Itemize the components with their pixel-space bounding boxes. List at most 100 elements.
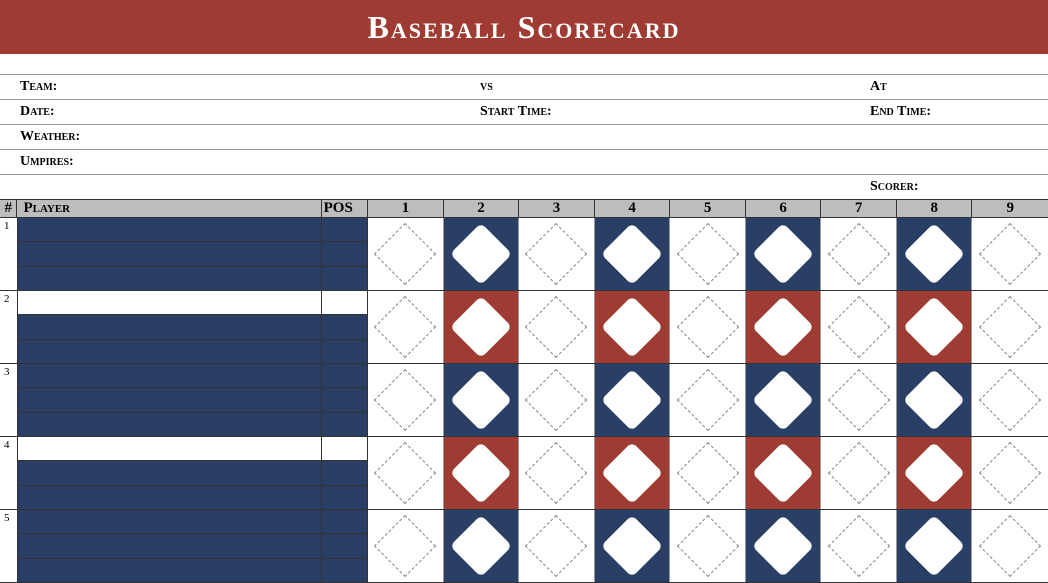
inning-cell[interactable] [821, 437, 897, 509]
col-inning-5: 5 [670, 200, 746, 217]
inning-cell[interactable] [972, 437, 1048, 509]
diamond-outline-icon [374, 515, 436, 577]
player-row: 2 [0, 291, 1048, 364]
player-pos-line[interactable] [322, 267, 368, 290]
inning-cell[interactable] [519, 364, 595, 436]
diamond-outline-icon [676, 296, 738, 358]
inning-cell[interactable] [670, 510, 746, 582]
inning-cell[interactable] [444, 291, 520, 363]
inning-cell[interactable] [746, 510, 822, 582]
player-pos-block[interactable] [322, 218, 369, 290]
player-pos-line[interactable] [322, 534, 368, 558]
player-pos-line[interactable] [322, 437, 368, 461]
player-name-line[interactable] [18, 242, 321, 266]
inning-cell[interactable] [897, 218, 973, 290]
player-pos-line[interactable] [322, 388, 368, 412]
player-pos-line[interactable] [322, 486, 368, 509]
player-pos-line[interactable] [322, 559, 368, 582]
inning-cell[interactable] [670, 437, 746, 509]
inning-cell[interactable] [670, 364, 746, 436]
diamond-outline-icon [979, 369, 1041, 431]
inning-cell[interactable] [746, 437, 822, 509]
inning-cell[interactable] [519, 291, 595, 363]
player-name-line[interactable] [18, 413, 321, 436]
inning-cell[interactable] [519, 510, 595, 582]
player-pos-line[interactable] [322, 340, 368, 363]
inning-cell[interactable] [444, 218, 520, 290]
inning-cell[interactable] [595, 510, 671, 582]
player-name-line[interactable] [18, 364, 321, 388]
row-number: 4 [0, 437, 18, 509]
inning-cell[interactable] [821, 364, 897, 436]
inning-cell[interactable] [368, 510, 444, 582]
inning-cell[interactable] [746, 364, 822, 436]
inning-cell[interactable] [444, 364, 520, 436]
inning-cell[interactable] [972, 291, 1048, 363]
inning-cell[interactable] [444, 510, 520, 582]
diamond-solid-icon [752, 442, 814, 504]
player-name-line[interactable] [18, 218, 321, 242]
inning-cell[interactable] [368, 437, 444, 509]
diamond-outline-icon [979, 296, 1041, 358]
inning-cell[interactable] [519, 218, 595, 290]
inning-cell[interactable] [595, 364, 671, 436]
player-pos-line[interactable] [322, 315, 368, 339]
row-number: 2 [0, 291, 18, 363]
inning-cell[interactable] [670, 218, 746, 290]
inning-cell[interactable] [595, 218, 671, 290]
player-name-line[interactable] [18, 315, 321, 339]
player-pos-block[interactable] [322, 510, 369, 582]
inning-cell[interactable] [595, 437, 671, 509]
player-name-line[interactable] [18, 388, 321, 412]
inning-cell[interactable] [897, 510, 973, 582]
player-pos-line[interactable] [322, 218, 368, 242]
player-name-line[interactable] [18, 340, 321, 363]
player-pos-line[interactable] [322, 461, 368, 485]
player-name-block[interactable] [18, 291, 322, 363]
player-name-line[interactable] [18, 267, 321, 290]
diamond-outline-icon [979, 442, 1041, 504]
inning-cell[interactable] [821, 291, 897, 363]
player-name-block[interactable] [18, 437, 322, 509]
inning-cell[interactable] [897, 364, 973, 436]
player-pos-block[interactable] [322, 364, 369, 436]
inning-cell[interactable] [368, 364, 444, 436]
inning-cell[interactable] [972, 510, 1048, 582]
player-pos-line[interactable] [322, 291, 368, 315]
inning-cell[interactable] [897, 437, 973, 509]
inning-cell[interactable] [746, 291, 822, 363]
player-name-line[interactable] [18, 534, 321, 558]
inning-cell[interactable] [972, 218, 1048, 290]
player-name-line[interactable] [18, 291, 321, 315]
inning-cell[interactable] [444, 437, 520, 509]
player-pos-line[interactable] [322, 413, 368, 436]
player-name-block[interactable] [18, 364, 322, 436]
player-row: 5 [0, 510, 1048, 583]
player-pos-line[interactable] [322, 242, 368, 266]
player-name-block[interactable] [18, 218, 322, 290]
inning-cell[interactable] [972, 364, 1048, 436]
diamond-outline-icon [828, 515, 890, 577]
player-name-line[interactable] [18, 486, 321, 509]
player-name-line[interactable] [18, 461, 321, 485]
scorer-row: Scorer: [0, 175, 1048, 199]
player-name-line[interactable] [18, 437, 321, 461]
inning-cell[interactable] [368, 291, 444, 363]
col-inning-7: 7 [821, 200, 897, 217]
inning-cell[interactable] [519, 437, 595, 509]
inning-cell[interactable] [670, 291, 746, 363]
player-pos-line[interactable] [322, 364, 368, 388]
inning-cell[interactable] [746, 218, 822, 290]
player-pos-block[interactable] [322, 291, 369, 363]
inning-cell[interactable] [595, 291, 671, 363]
player-pos-block[interactable] [322, 437, 369, 509]
player-pos-line[interactable] [322, 510, 368, 534]
inning-cell[interactable] [897, 291, 973, 363]
umpires-label: Umpires: [0, 154, 480, 170]
inning-cell[interactable] [821, 218, 897, 290]
inning-cell[interactable] [368, 218, 444, 290]
player-name-block[interactable] [18, 510, 322, 582]
inning-cell[interactable] [821, 510, 897, 582]
player-name-line[interactable] [18, 510, 321, 534]
player-name-line[interactable] [18, 559, 321, 582]
